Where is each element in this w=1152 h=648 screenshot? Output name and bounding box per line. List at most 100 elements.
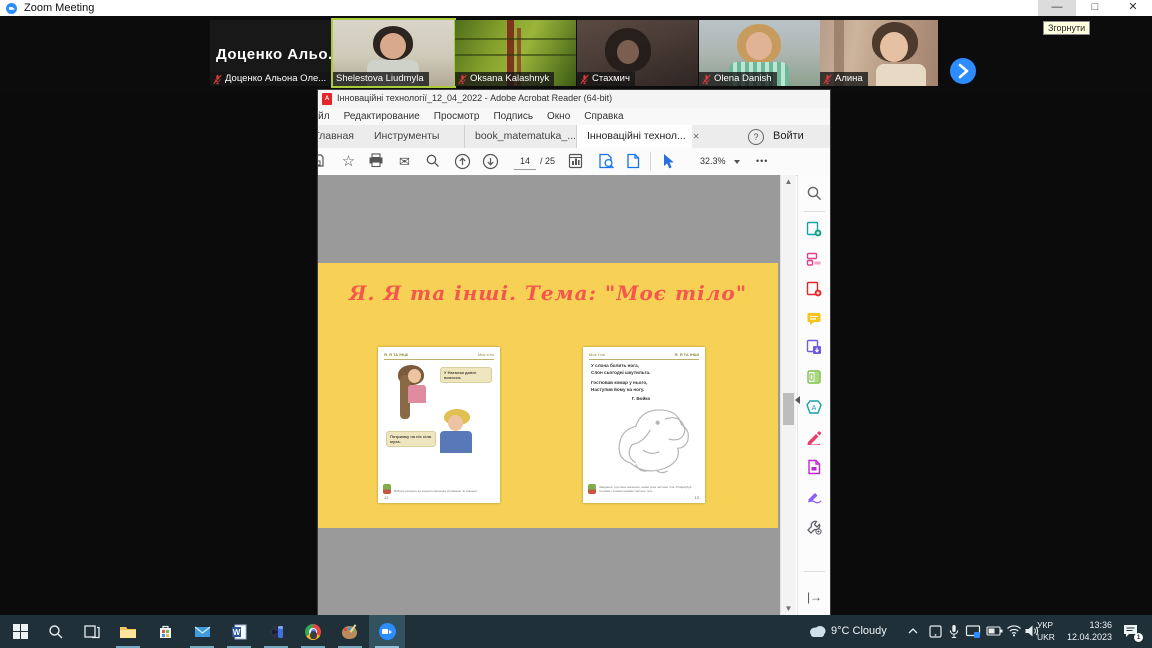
participant-nameplate: Стахмич [577,72,635,86]
task-view-icon [84,624,100,639]
page-number-input[interactable]: 14 [514,154,536,170]
page-view-icon[interactable] [568,153,585,170]
action-center-button[interactable]: 1 [1122,623,1139,639]
start-button[interactable] [2,615,38,648]
word-button[interactable]: W [221,615,257,648]
language-indicator[interactable]: УКР UKR [1037,619,1055,643]
create-pdf-tool-icon[interactable] [806,221,823,238]
zoom-app-button[interactable] [369,615,405,648]
reader-app-button[interactable] [258,615,294,648]
page-down-icon[interactable] [482,153,499,170]
tab-home[interactable]: Главная [318,125,364,148]
next-participants-button[interactable] [950,58,976,84]
pdf-file-icon: A [322,93,332,105]
menu-window[interactable]: Окно [547,111,570,122]
chrome-profile-avatar [310,631,317,639]
menu-view[interactable]: Просмотр [434,111,480,122]
single-page-icon[interactable] [626,153,643,170]
windows-taskbar: W 9°C Cloudy [0,615,1152,648]
textbook-page-right: Моє тіло Я. Я ТА ІНШІ У слона болить ног… [583,347,705,503]
participant-tile-danish[interactable]: Olena Danish [699,20,820,86]
help-icon[interactable]: ? [748,129,764,145]
tray-wifi-icon[interactable] [1006,624,1022,637]
participant-name: Алина [835,72,863,86]
combine-files-tool-icon[interactable] [806,251,823,268]
participant-name: Доценко Альона Оле... [225,72,326,86]
more-tools-icon[interactable] [806,519,823,536]
acrobat-window: A Інноваційні технології_12_04_2022 - Ad… [318,90,830,615]
tray-microphone-icon[interactable] [948,624,960,639]
certificates-tool-icon[interactable] [806,489,823,506]
weather-label[interactable]: 9°C Cloudy [831,625,887,637]
tray-screenshare-icon[interactable] [965,624,981,639]
organize-pages-tool-icon[interactable] [806,369,823,386]
search-tool-icon[interactable] [806,185,823,202]
zoom-maximize-button[interactable]: □ [1076,0,1114,16]
select-cursor-icon[interactable] [661,153,678,170]
scrollbar-thumb[interactable] [783,393,794,425]
participant-tile-stakhmych[interactable]: Стахмич [577,20,698,86]
participant-tile-shelestova[interactable]: Shelestova Liudmyla [333,20,454,86]
participant-nameplate: Алина [820,72,868,86]
expand-panel-icon[interactable]: |→ [806,589,823,606]
acrobat-titlebar: A Інноваційні технології_12_04_2022 - Ad… [318,90,830,108]
scroll-down-icon[interactable]: ▼ [781,602,796,615]
participant-tile-alina[interactable]: Алина [820,20,938,86]
search-icon [48,624,64,640]
page-header-section: Я. Я ТА ІНШІ [675,352,699,357]
tab-close-icon[interactable]: ✕ [693,132,700,141]
microsoft-store-button[interactable] [147,615,183,648]
zoom-dropdown-caret-icon[interactable] [734,160,740,164]
star-icon[interactable]: ☆ [340,153,357,170]
tray-tablet-icon[interactable] [928,624,943,639]
paint-app-button[interactable] [332,615,368,648]
paint-palette-icon [342,624,358,640]
tab-tools[interactable]: Инструменты [364,125,449,148]
scroll-up-icon[interactable]: ▲ [781,175,796,188]
acrobat-pro-tool-icon[interactable]: A [806,399,823,416]
comment-tool-icon[interactable] [806,311,823,328]
taskbar-date: 12.04.2023 [1060,631,1112,643]
chrome-button[interactable] [295,615,331,648]
participant-tile-kalashnyk[interactable]: Oksana Kalashnyk [455,20,576,86]
toolbar-overflow-button[interactable]: ••• [756,154,768,169]
tab-document-1[interactable]: book_matematuka_... [464,125,580,148]
sign-in-button[interactable]: Войти [773,125,804,148]
menu-sign[interactable]: Подпись [493,111,533,122]
save-icon[interactable] [318,153,327,170]
zoom-app-icon [6,3,17,14]
zoom-level-value[interactable]: 32.3% [700,154,726,169]
taskbar-search-button[interactable] [38,615,74,648]
participant-tile-dotsenko[interactable]: Доценко Альо... Доценко Альона Оле... [210,20,331,86]
page-up-icon[interactable] [454,153,471,170]
weather-cloud-icon[interactable] [808,624,827,637]
tab-document-2[interactable]: Інноваційні технол... ✕ [576,125,692,148]
fill-sign-tool-icon[interactable] [806,429,823,446]
tray-chevron-up-icon[interactable] [908,627,918,635]
email-icon[interactable]: ✉ [396,153,413,170]
zoom-minimize-button[interactable]: — [1038,0,1076,16]
menu-edit[interactable]: Редактирование [344,111,420,122]
minimize-tooltip: Згорнути [1043,21,1090,35]
taskbar-clock[interactable]: 13:36 12.04.2023 [1060,619,1112,643]
mail-button[interactable] [184,615,220,648]
page-header-topic: Моє тіло [478,352,494,357]
participant-nameplate: Oksana Kalashnyk [455,72,554,86]
share-tool-icon[interactable] [806,339,823,356]
export-pdf-tool-icon[interactable] [806,281,823,298]
tray-battery-icon[interactable] [986,626,1003,636]
menu-help[interactable]: Справка [584,111,623,122]
print-icon[interactable] [368,153,385,170]
zoom-close-button[interactable]: ✕ [1114,0,1152,16]
document-scrollbar[interactable]: ▲ ▼ [780,175,796,615]
file-explorer-icon [119,625,137,639]
file-explorer-button[interactable] [110,615,146,648]
search-icon[interactable] [425,153,442,170]
snapshot-icon[interactable] [598,153,615,170]
panel-collapse-arrow-icon[interactable] [795,396,800,404]
request-signatures-tool-icon[interactable] [806,459,823,476]
chevron-right-icon [957,63,969,79]
page-task-caption: Завдання: розглянь малюнок, назви різні … [599,485,701,493]
task-view-button[interactable] [74,615,110,648]
menu-file[interactable]: Файл [318,111,330,122]
